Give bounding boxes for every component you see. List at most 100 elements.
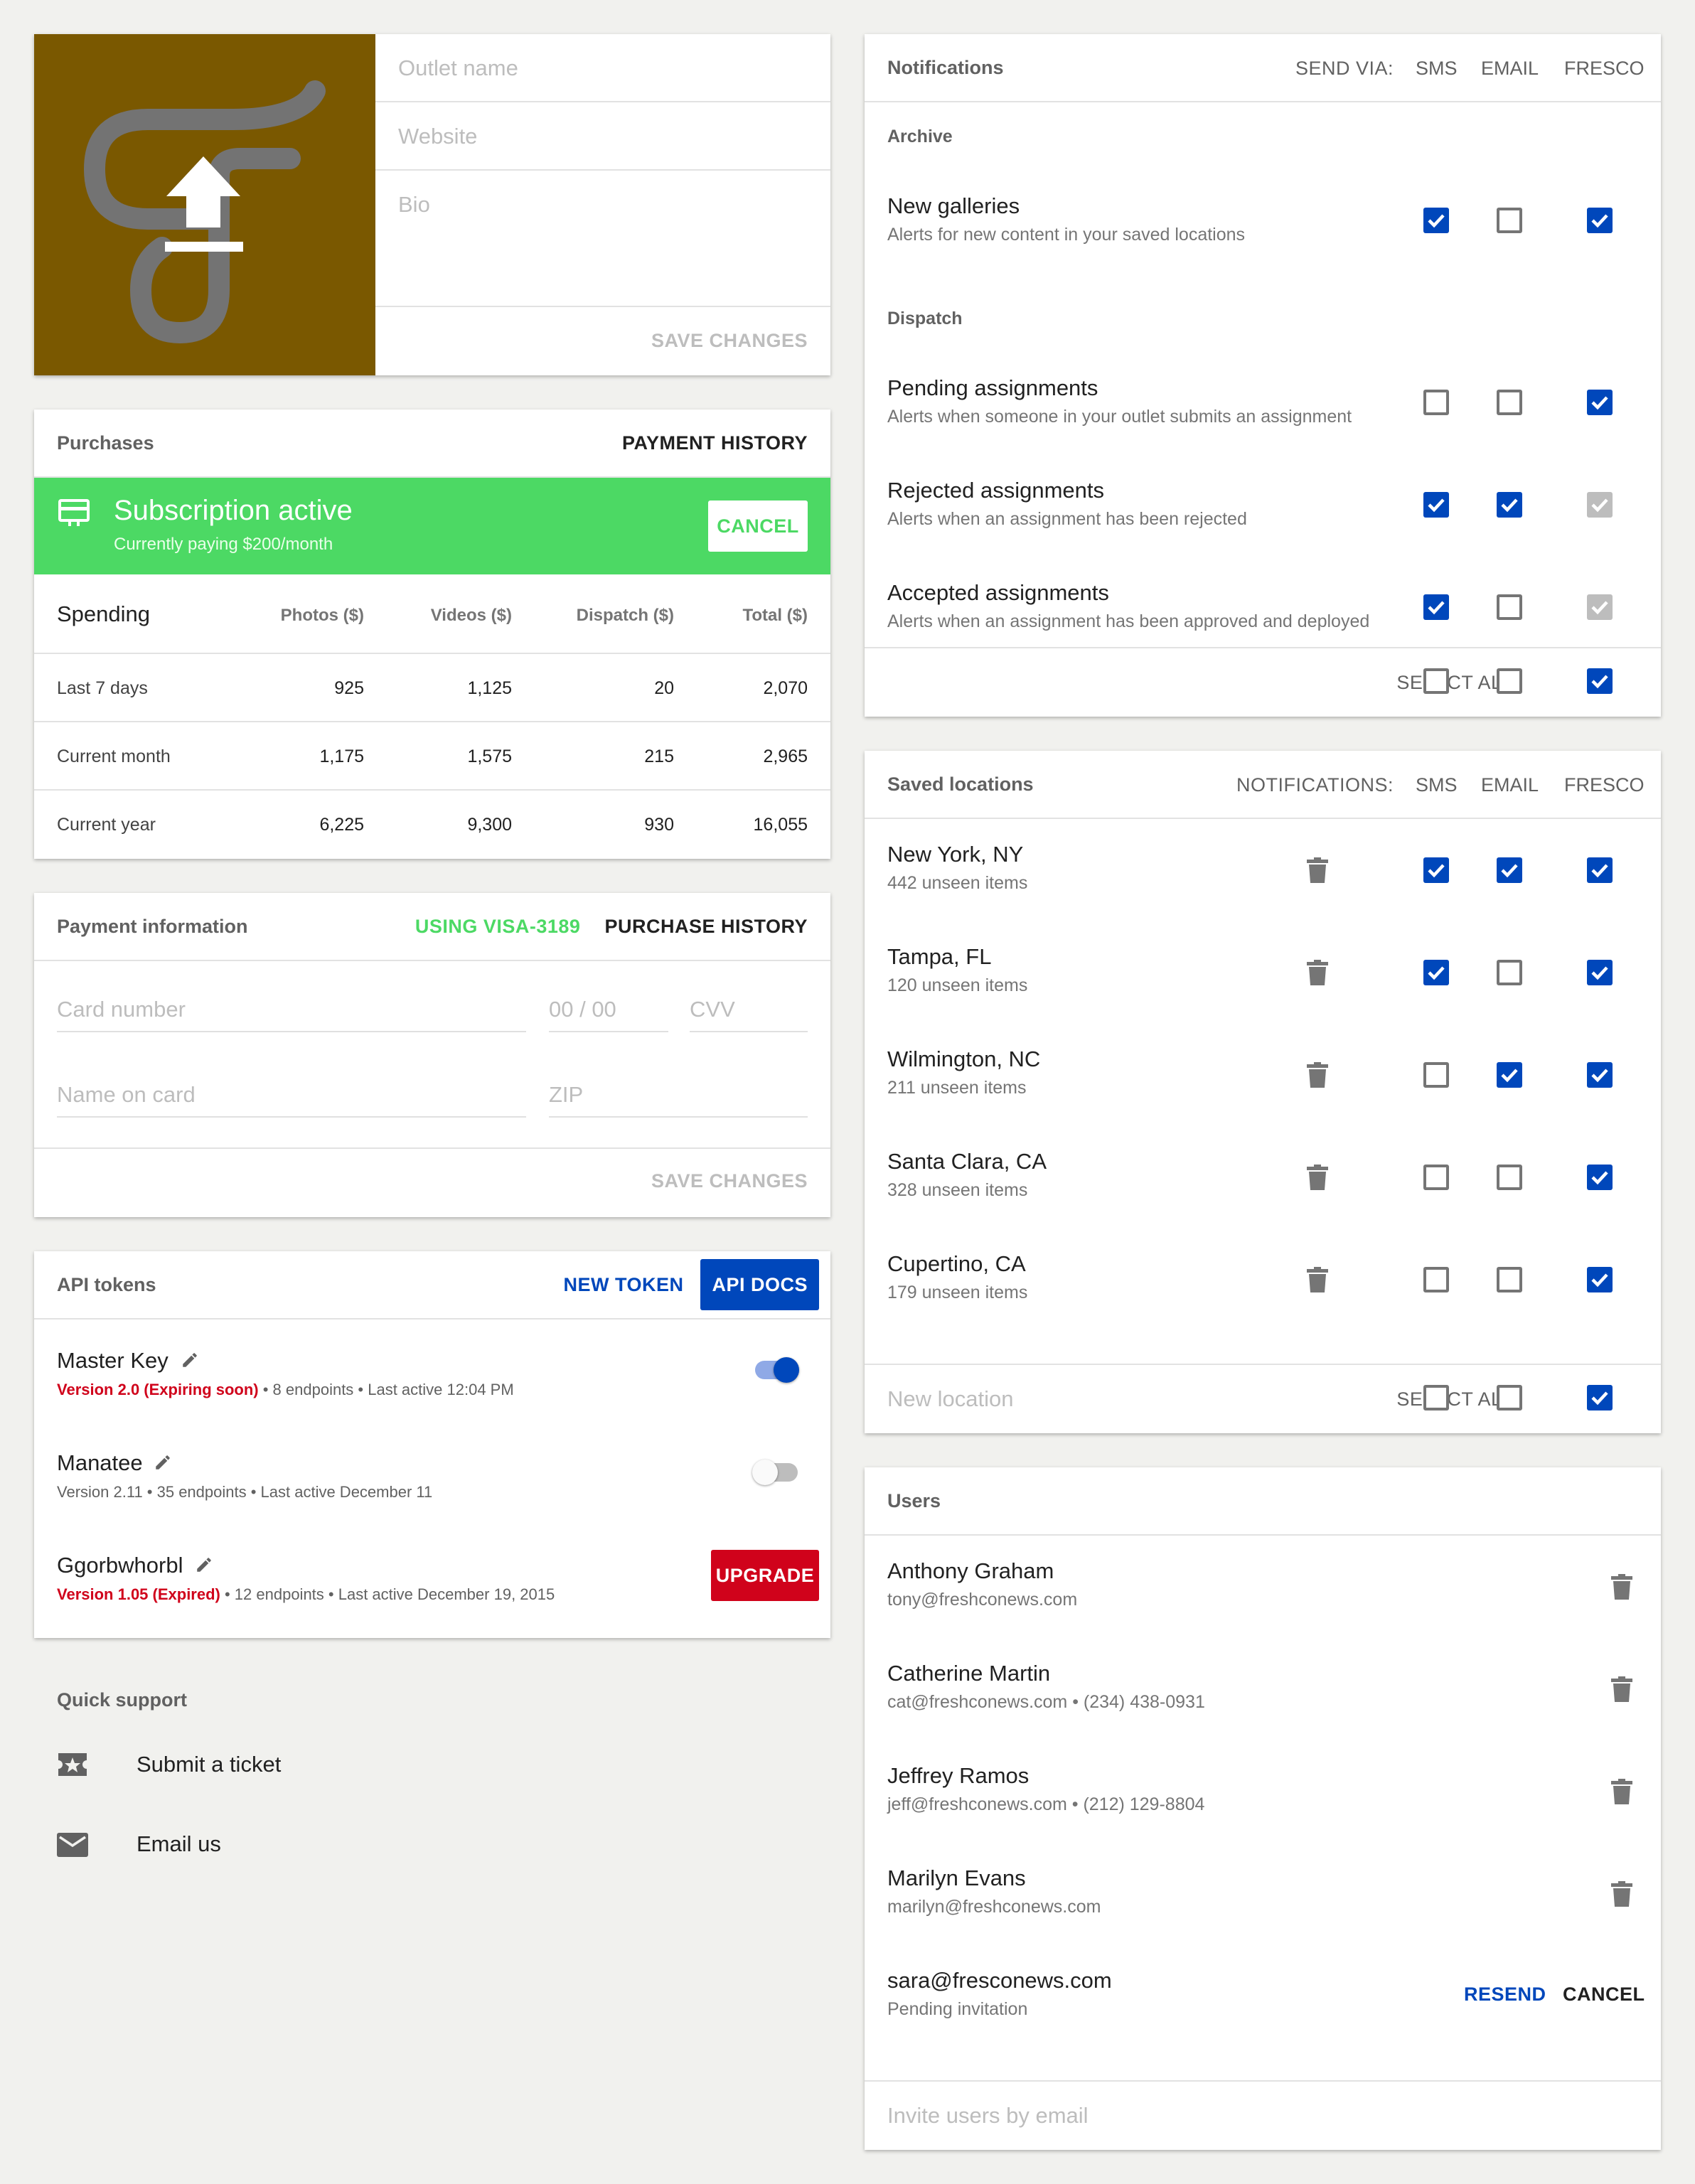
location-email-checkbox[interactable] (1497, 1165, 1522, 1190)
notif-sms-checkbox[interactable] (1423, 208, 1449, 233)
location-email-checkbox[interactable] (1497, 857, 1522, 883)
new-location-input[interactable]: New location (887, 1386, 1243, 1412)
location-sms-checkbox[interactable] (1423, 1267, 1449, 1292)
website-input[interactable]: Website (375, 102, 830, 171)
expiry-input[interactable]: 00 / 00 (549, 997, 668, 1032)
purchases-card: Purchases PAYMENT HISTORY Subscription a… (34, 410, 830, 859)
api-docs-button[interactable]: API DOCS (700, 1259, 819, 1310)
outlet-avatar-upload[interactable] (34, 34, 375, 375)
trash-icon[interactable] (1611, 1779, 1632, 1804)
invite-users-input[interactable]: Invite users by email (887, 2103, 1598, 2129)
divider (865, 2080, 1661, 2082)
row-label: Last 7 days (57, 678, 148, 698)
upgrade-button[interactable]: UPGRADE (711, 1550, 819, 1601)
select-all-email-checkbox[interactable] (1497, 668, 1522, 694)
select-all-fresco-checkbox[interactable] (1587, 1385, 1613, 1410)
edit-icon[interactable] (181, 1351, 199, 1369)
trash-icon[interactable] (1307, 960, 1328, 985)
new-token-button[interactable]: NEW TOKEN (563, 1274, 683, 1296)
token-toggle[interactable] (755, 1357, 799, 1383)
name-on-card-input[interactable]: Name on card (57, 1082, 526, 1118)
submit-ticket-link[interactable]: Submit a ticket (57, 1749, 483, 1792)
notif-fresco-checkbox[interactable] (1587, 208, 1613, 233)
location-title: Tampa, FL (887, 944, 992, 969)
notification-sub: Alerts when an assignment has been appro… (887, 611, 1370, 631)
card-number-input[interactable]: Card number (57, 997, 526, 1032)
location-sub: 328 unseen items (887, 1180, 1028, 1200)
location-fresco-checkbox[interactable] (1587, 960, 1613, 985)
row-label: Current month (57, 746, 171, 766)
users-card: Users Anthony Graham tony@freshconews.co… (865, 1467, 1661, 2150)
toggle-knob (774, 1357, 799, 1383)
user-row: Marilyn Evans marilyn@freshconews.com (865, 1863, 1661, 1934)
trash-icon[interactable] (1611, 1574, 1632, 1600)
purchase-history-button[interactable]: PURCHASE HISTORY (604, 916, 808, 938)
notif-email-checkbox[interactable] (1497, 390, 1522, 415)
location-fresco-checkbox[interactable] (1587, 1267, 1613, 1292)
card-icon (58, 499, 90, 526)
notif-email-checkbox[interactable] (1497, 594, 1522, 620)
toggle-knob (752, 1460, 778, 1485)
trash-icon[interactable] (1307, 1062, 1328, 1088)
notif-sms-checkbox[interactable] (1423, 492, 1449, 518)
section-label-archive: Archive (887, 127, 953, 146)
location-row: New York, NY 442 unseen items (865, 839, 1661, 910)
email-us-link[interactable]: Email us (57, 1829, 483, 1871)
notifications-title: Notifications (887, 56, 1004, 78)
notifications-label: NOTIFICATIONS: (1236, 774, 1394, 796)
edit-icon[interactable] (195, 1556, 213, 1574)
location-fresco-checkbox[interactable] (1587, 1062, 1613, 1088)
outlet-name-input[interactable]: Outlet name (375, 34, 830, 102)
check-icon (1591, 396, 1608, 410)
cell: 16,055 (753, 815, 808, 835)
select-all-sms-checkbox[interactable] (1423, 668, 1449, 694)
col-header: Photos ($) (280, 606, 364, 625)
token-meta: Version 2.11 • 35 endpoints • Last activ… (57, 1483, 433, 1501)
select-all-fresco-checkbox[interactable] (1587, 668, 1613, 694)
notification-row: Rejected assignments Alerts when an assi… (865, 475, 1661, 546)
notif-fresco-checkbox[interactable] (1587, 492, 1613, 518)
trash-icon[interactable] (1611, 1881, 1632, 1907)
profile-save-button[interactable]: SAVE CHANGES (651, 330, 808, 352)
bio-input[interactable]: Bio (375, 171, 830, 307)
location-fresco-checkbox[interactable] (1587, 1165, 1613, 1190)
edit-icon[interactable] (154, 1453, 172, 1472)
location-sms-checkbox[interactable] (1423, 857, 1449, 883)
check-icon (1501, 498, 1518, 513)
location-fresco-checkbox[interactable] (1587, 857, 1613, 883)
trash-icon[interactable] (1611, 1676, 1632, 1702)
payment-save-button[interactable]: SAVE CHANGES (651, 1170, 808, 1192)
select-all-sms-checkbox[interactable] (1423, 1385, 1449, 1410)
select-all-email-checkbox[interactable] (1497, 1385, 1522, 1410)
notif-sms-checkbox[interactable] (1423, 594, 1449, 620)
notif-email-checkbox[interactable] (1497, 492, 1522, 518)
cancel-invite-button[interactable]: CANCEL (1563, 1984, 1645, 2006)
cancel-subscription-button[interactable]: CANCEL (708, 500, 808, 552)
location-email-checkbox[interactable] (1497, 1267, 1522, 1292)
trash-icon[interactable] (1307, 857, 1328, 883)
col-sms: SMS (1416, 774, 1458, 796)
location-email-checkbox[interactable] (1497, 960, 1522, 985)
location-sms-checkbox[interactable] (1423, 1165, 1449, 1190)
notif-fresco-checkbox[interactable] (1587, 390, 1613, 415)
location-sms-checkbox[interactable] (1423, 1062, 1449, 1088)
notif-sms-checkbox[interactable] (1423, 390, 1449, 415)
check-icon (1501, 1069, 1518, 1083)
location-sms-checkbox[interactable] (1423, 960, 1449, 985)
submit-ticket-label: Submit a ticket (137, 1752, 282, 1777)
location-email-checkbox[interactable] (1497, 1062, 1522, 1088)
cvv-input[interactable]: CVV (690, 997, 808, 1032)
resend-invite-button[interactable]: RESEND (1464, 1984, 1546, 2006)
trash-icon[interactable] (1307, 1165, 1328, 1190)
notification-title: Rejected assignments (887, 478, 1104, 503)
zip-input[interactable]: ZIP (549, 1082, 808, 1118)
spending-title: Spending (57, 601, 151, 626)
notif-fresco-checkbox[interactable] (1587, 594, 1613, 620)
col-sms: SMS (1416, 58, 1458, 79)
trash-icon[interactable] (1307, 1267, 1328, 1292)
token-toggle[interactable] (752, 1460, 798, 1485)
col-email: EMAIL (1481, 774, 1539, 796)
notif-email-checkbox[interactable] (1497, 208, 1522, 233)
section-label-dispatch: Dispatch (887, 309, 963, 328)
payment-history-button[interactable]: PAYMENT HISTORY (622, 432, 808, 454)
